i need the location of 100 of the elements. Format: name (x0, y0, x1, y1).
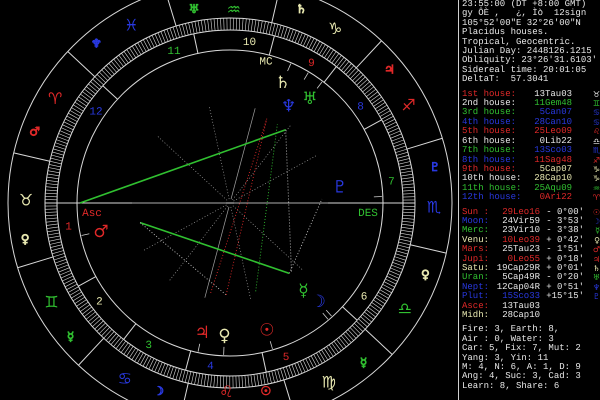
house-cusp-line (185, 350, 192, 371)
zodiac-sign-glyph: ♋ (118, 368, 132, 388)
planet-marker (287, 63, 292, 72)
sign-glyph: ♉ (592, 90, 600, 100)
house-label: 4th house: (462, 118, 518, 127)
info-text: Julian Day: 2448126.1215 (462, 47, 592, 56)
house-value: 25Aqu09 (533, 184, 572, 193)
house-cusp-line (102, 85, 118, 100)
house-label: 3rd house: (462, 108, 518, 118)
stats-text: Air : 0, Water: 3 (462, 334, 555, 344)
house-cusp-line (123, 323, 136, 340)
planet-position: 5Cap49R (501, 273, 540, 283)
planet-glyph: ♇ (592, 292, 600, 302)
planet-glyph: ☽ (310, 292, 326, 312)
planet-glyph: ♆ (592, 282, 600, 292)
planet-speed: - 3°53' (545, 216, 584, 226)
planet-marker (223, 346, 224, 356)
planet-marker (304, 72, 309, 80)
house-value: 13Tau03 (533, 90, 572, 99)
house-number: 1 (65, 222, 72, 234)
house-cusp-line (324, 66, 337, 83)
info-text: 105°52'00"E 32°26'00"N (462, 18, 582, 28)
zodiac-sign-glyph: ♎ (398, 299, 412, 318)
planet-speed: + 0°51' (545, 282, 584, 292)
ruler-glyph: ☉ (260, 384, 272, 398)
sign-glyph: ♌ (592, 127, 600, 137)
planet-position: 28Cap10 (501, 311, 540, 320)
stats-text: M: 4, N: 6, A: 1, D: 9 (462, 363, 582, 372)
ruler-glyph: ♂ (29, 124, 40, 139)
house-number: 7 (388, 176, 395, 188)
angle-label: Asc (82, 208, 102, 220)
house-cusp-line (382, 202, 404, 204)
planet-position: 0Leo55 (506, 254, 540, 264)
info-text: Obliquity: 23°26'31.6103' (462, 56, 598, 66)
ruler-glyph: ☽ (153, 384, 164, 398)
house-label: 9th house: (462, 164, 516, 174)
house-number: 3 (145, 340, 152, 352)
planet-speed: - 0°00' (545, 208, 584, 217)
planet-label: Venu: (462, 236, 490, 245)
house-label: 12th house: (462, 193, 522, 203)
ruler-glyph: ♀ (421, 267, 430, 282)
planet-label: Nept: (462, 282, 490, 292)
info-text: DeltaT: 57.3041 (462, 75, 550, 85)
planet-glyph: ♂ (93, 222, 109, 242)
sign-glyph: ♋ (592, 118, 600, 128)
planet-label: Asce: (462, 302, 490, 311)
zodiac-sign-glyph: ♒ (226, 0, 241, 19)
planet-glyph: ♃ (592, 254, 600, 264)
planet-marker (270, 340, 273, 350)
ruler-glyph: ♆ (91, 36, 102, 51)
zodiac-sign-glyph: ♈ (48, 88, 62, 108)
planet-glyph: ♄ (592, 264, 600, 274)
planet-speed: - 0°20' (545, 273, 584, 282)
house-label: 7th house: (462, 146, 518, 156)
house-value: 0Lib22 (538, 136, 572, 146)
planet-glyph: ☿ (594, 226, 600, 236)
planet-position: 29Leo16 (501, 208, 540, 217)
planet-glyph: ♇ (332, 177, 348, 198)
zodiac-sign-glyph: ♉ (18, 190, 34, 210)
house-cusp-line (364, 119, 382, 130)
info-text: gy ÔÈ , ¿, Ìò 12sign (462, 9, 588, 18)
zodiac-sign-glyph: ♓ (124, 16, 138, 34)
sign-glyph: ♑ (592, 174, 600, 184)
house-cusp-line (342, 306, 358, 321)
house-label: 11th house: (462, 184, 522, 193)
house-value: 25Leo09 (533, 127, 572, 136)
sign-glyph: ♊ (592, 99, 600, 108)
planet-marker (81, 233, 90, 236)
stats-text: Car: 5, Fix: 7, Mut: 2 (462, 344, 582, 354)
info-text: Sidereal time: 20:01:05 (462, 66, 588, 75)
sign-glyph: ♋ (592, 108, 600, 118)
angle-label: DES (358, 208, 378, 220)
house-value: 28Can10 (533, 118, 572, 127)
house-label: 6th house: (462, 136, 518, 146)
planet-glyph: ♄ (275, 73, 290, 93)
house-number: 2 (96, 296, 103, 309)
planet-position: 12Cap04R (496, 282, 540, 292)
planet-label: Satu: (462, 264, 490, 273)
house-label: 5th house: (462, 127, 518, 136)
planet-glyph: ☿ (298, 281, 309, 302)
planet-speed: - 1°51' (545, 245, 584, 254)
sign-glyph: ♈ (592, 193, 600, 203)
info-text: Tropical, Geocentric. (462, 38, 576, 47)
planet-position: 19Cap29R (496, 264, 540, 273)
house-value: 11Sag48 (533, 156, 572, 164)
house-cusp-line (262, 352, 267, 373)
house-value: 13Sco03 (533, 146, 572, 156)
planet-label: Midh: (462, 311, 490, 320)
planet-glyph: ☽ (592, 216, 600, 226)
sign-glyph: ♎ (592, 136, 600, 146)
ruler-glyph: ☿ (360, 355, 368, 370)
sign-glyph: ♒ (592, 184, 600, 194)
house-number: 4 (207, 360, 214, 373)
planet-position: 24Vir59 (501, 216, 540, 226)
house-value: 11Gem48 (533, 99, 572, 108)
house-number: 8 (357, 101, 364, 114)
planet-speed: + 0°42' (545, 236, 584, 245)
planet-speed: + 0°01' (545, 264, 584, 273)
planet-glyph: ♀ (593, 236, 600, 246)
sign-glyph: ♐ (592, 156, 600, 165)
